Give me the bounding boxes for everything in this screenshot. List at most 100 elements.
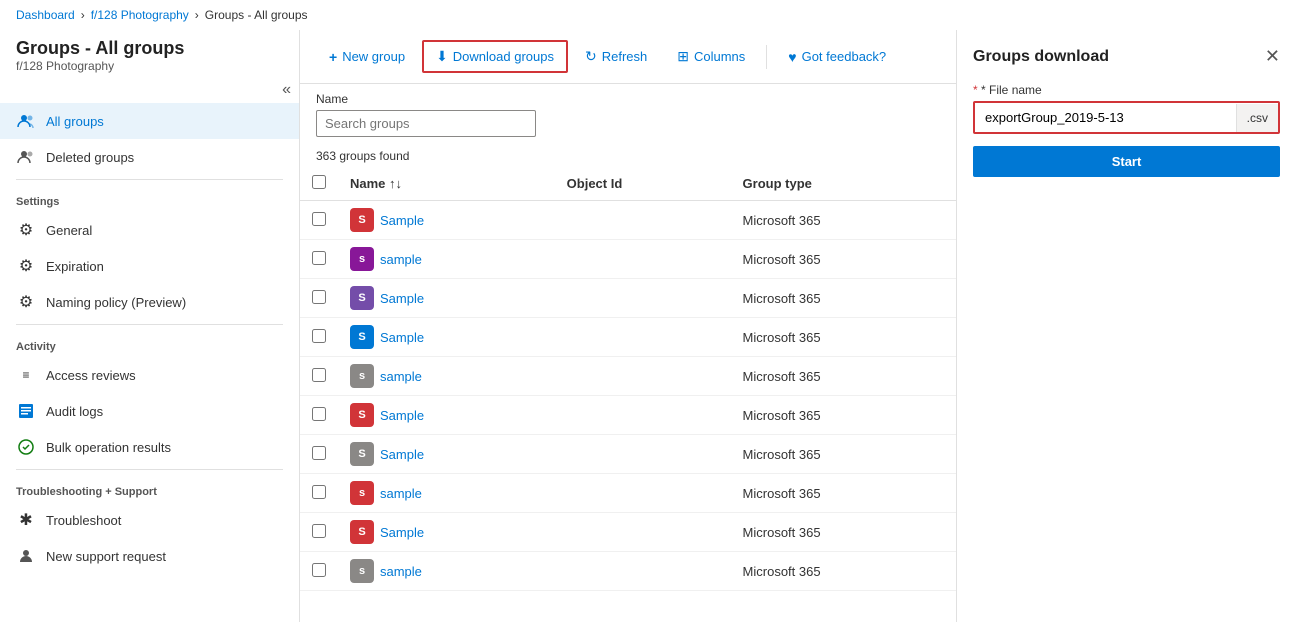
sidebar: Groups - All groups f/128 Photography « … (0, 30, 300, 622)
csv-suffix: .csv (1236, 104, 1278, 132)
row-checkbox-cell[interactable] (300, 318, 338, 357)
row-name-cell: S Sample (338, 396, 555, 435)
sidebar-collapse[interactable]: « (0, 77, 299, 103)
all-groups-label: All groups (46, 114, 104, 129)
sidebar-item-new-support[interactable]: New support request (0, 538, 299, 574)
breadcrumb-dashboard[interactable]: Dashboard (16, 8, 75, 22)
bulk-operation-icon (16, 437, 36, 457)
group-link-1[interactable]: s sample (350, 247, 543, 271)
columns-button[interactable]: ⊞ Columns (664, 41, 758, 72)
table-row: S Sample Microsoft 365 (300, 396, 956, 435)
select-all-col[interactable] (300, 167, 338, 201)
group-link-2[interactable]: S Sample (350, 286, 543, 310)
sidebar-item-bulk-operation[interactable]: Bulk operation results (0, 429, 299, 465)
panel-header: Groups download ✕ (973, 46, 1280, 67)
row-objectid-cell (555, 279, 731, 318)
row-grouptype-cell: Microsoft 365 (731, 240, 956, 279)
row-objectid-cell (555, 513, 731, 552)
row-checkbox-2[interactable] (312, 290, 326, 304)
row-checkbox-3[interactable] (312, 329, 326, 343)
columns-icon: ⊞ (677, 48, 689, 65)
row-objectid-cell (555, 552, 731, 591)
row-checkbox-cell[interactable] (300, 201, 338, 240)
group-avatar-3: S (350, 325, 374, 349)
deleted-groups-label: Deleted groups (46, 150, 134, 165)
row-name-cell: S Sample (338, 318, 555, 357)
row-checkbox-cell[interactable] (300, 396, 338, 435)
row-checkbox-6[interactable] (312, 446, 326, 460)
troubleshoot-label: Troubleshoot (46, 513, 121, 528)
sidebar-item-expiration[interactable]: ⚙ Expiration (0, 248, 299, 284)
troubleshooting-section-label: Troubleshooting + Support (0, 474, 299, 502)
sidebar-item-deleted-groups[interactable]: Deleted groups (0, 139, 299, 175)
sidebar-item-audit-logs[interactable]: Audit logs (0, 393, 299, 429)
audit-logs-icon (16, 401, 36, 421)
sidebar-item-all-groups[interactable]: All groups (0, 103, 299, 139)
group-avatar-6: S (350, 442, 374, 466)
group-link-5[interactable]: S Sample (350, 403, 543, 427)
start-button[interactable]: Start (973, 146, 1280, 177)
select-all-checkbox[interactable] (312, 175, 326, 189)
row-checkbox-cell[interactable] (300, 240, 338, 279)
sidebar-item-naming-policy[interactable]: ⚙ Naming policy (Preview) (0, 284, 299, 320)
refresh-icon: ↻ (585, 48, 597, 65)
breadcrumb-org[interactable]: f/128 Photography (91, 8, 189, 22)
row-objectid-cell (555, 201, 731, 240)
file-name-input[interactable] (975, 103, 1236, 132)
group-avatar-0: S (350, 208, 374, 232)
row-checkbox-5[interactable] (312, 407, 326, 421)
feedback-button[interactable]: ♥ Got feedback? (775, 42, 899, 72)
download-groups-button[interactable]: ⬇ Download groups (422, 40, 568, 73)
row-checkbox-0[interactable] (312, 212, 326, 226)
search-input[interactable] (316, 110, 536, 137)
row-checkbox-cell[interactable] (300, 474, 338, 513)
sidebar-item-access-reviews[interactable]: ≡ Access reviews (0, 357, 299, 393)
group-link-3[interactable]: S Sample (350, 325, 543, 349)
troubleshoot-icon: ✱ (16, 510, 36, 530)
table-row: S Sample Microsoft 365 (300, 201, 956, 240)
row-checkbox-cell[interactable] (300, 552, 338, 591)
row-checkbox-cell[interactable] (300, 357, 338, 396)
group-link-9[interactable]: s sample (350, 559, 543, 583)
row-checkbox-cell[interactable] (300, 279, 338, 318)
new-group-button[interactable]: + New group (316, 42, 418, 72)
results-count: 363 groups found (300, 145, 956, 167)
row-checkbox-9[interactable] (312, 563, 326, 577)
collapse-button[interactable]: « (282, 81, 291, 99)
objectid-column-header[interactable]: Object Id (555, 167, 731, 201)
row-name-cell: S Sample (338, 279, 555, 318)
group-link-0[interactable]: S Sample (350, 208, 543, 232)
all-groups-icon (16, 111, 36, 131)
row-checkbox-7[interactable] (312, 485, 326, 499)
row-objectid-cell (555, 318, 731, 357)
columns-label: Columns (694, 49, 745, 64)
sidebar-item-troubleshoot[interactable]: ✱ Troubleshoot (0, 502, 299, 538)
table-row: s sample Microsoft 365 (300, 240, 956, 279)
row-name-cell: S Sample (338, 435, 555, 474)
download-groups-label: Download groups (453, 49, 554, 64)
refresh-button[interactable]: ↻ Refresh (572, 41, 660, 72)
group-link-8[interactable]: S Sample (350, 520, 543, 544)
row-checkbox-1[interactable] (312, 251, 326, 265)
row-checkbox-cell[interactable] (300, 513, 338, 552)
panel-close-button[interactable]: ✕ (1265, 46, 1280, 67)
row-checkbox-4[interactable] (312, 368, 326, 382)
content-area: + New group ⬇ Download groups ↻ Refresh … (300, 30, 956, 622)
sidebar-item-general[interactable]: ⚙ General (0, 212, 299, 248)
groups-table-container: Name ↑↓ Object Id Group type S Sample Mi… (300, 167, 956, 622)
row-checkbox-cell[interactable] (300, 435, 338, 474)
row-checkbox-8[interactable] (312, 524, 326, 538)
filter-area: Name (300, 84, 956, 145)
groups-table: Name ↑↓ Object Id Group type S Sample Mi… (300, 167, 956, 591)
filter-label: Name (316, 92, 940, 106)
row-grouptype-cell: Microsoft 365 (731, 318, 956, 357)
name-column-header[interactable]: Name ↑↓ (338, 167, 555, 201)
new-group-label: New group (342, 49, 405, 64)
group-link-4[interactable]: s sample (350, 364, 543, 388)
table-row: s sample Microsoft 365 (300, 474, 956, 513)
group-link-6[interactable]: S Sample (350, 442, 543, 466)
group-link-7[interactable]: s sample (350, 481, 543, 505)
grouptype-column-header[interactable]: Group type (731, 167, 956, 201)
group-avatar-7: s (350, 481, 374, 505)
row-grouptype-cell: Microsoft 365 (731, 435, 956, 474)
